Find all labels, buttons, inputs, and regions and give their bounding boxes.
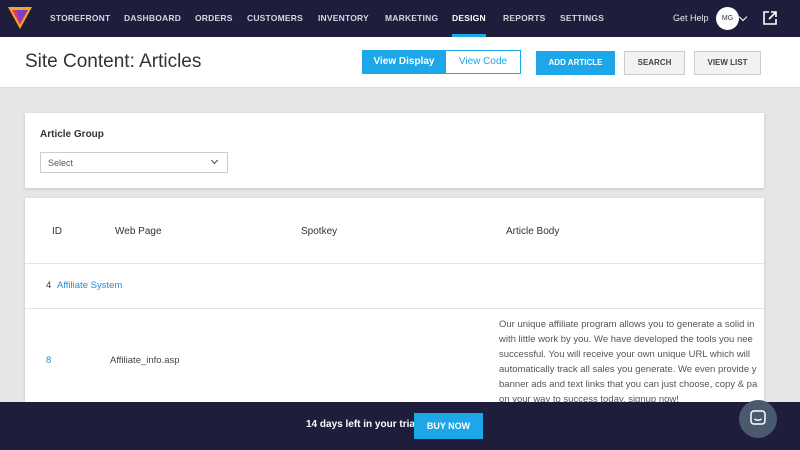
trial-banner: 14 days left in your trial BUY NOW	[0, 402, 800, 450]
chevron-down-icon[interactable]	[738, 12, 748, 22]
logo-icon[interactable]	[8, 7, 32, 29]
nav-customers[interactable]: CUSTOMERS	[247, 0, 303, 37]
add-article-button[interactable]: ADD ARTICLE	[536, 51, 615, 75]
chevron-down-icon	[210, 156, 219, 165]
page-header: Site Content: Articles View Display View…	[0, 37, 800, 88]
column-header-web-page[interactable]: Web Page	[115, 226, 162, 237]
nav-orders[interactable]: ORDERS	[195, 0, 233, 37]
article-body-line: automatically track all sales you genera…	[499, 364, 757, 375]
nav-design[interactable]: DESIGN	[452, 0, 486, 37]
group-row-link[interactable]: Affiliate System	[57, 280, 122, 291]
get-help-link[interactable]: Get Help	[673, 0, 709, 37]
group-row-id: 4	[46, 280, 52, 291]
divider	[25, 263, 764, 264]
trial-text: 14 days left in your trial	[306, 419, 418, 430]
external-link-icon[interactable]	[763, 11, 777, 25]
column-header-spotkey[interactable]: Spotkey	[301, 226, 337, 237]
article-body-line: banner ads and text links that you can j…	[499, 379, 758, 390]
article-group-label: Article Group	[40, 129, 104, 140]
article-body-line: Our unique affiliate program allows you …	[499, 319, 755, 330]
nav-settings[interactable]: SETTINGS	[560, 0, 604, 37]
article-group-card: Article Group Select	[25, 113, 764, 188]
column-header-id[interactable]: ID	[52, 226, 62, 237]
view-display-button[interactable]: View Display	[362, 50, 446, 74]
chat-button[interactable]	[739, 400, 777, 438]
search-button[interactable]: SEARCH	[624, 51, 685, 75]
nav-storefront[interactable]: STOREFRONT	[50, 0, 110, 37]
column-header-article-body[interactable]: Article Body	[506, 226, 559, 237]
divider	[25, 308, 764, 309]
chat-icon	[750, 410, 766, 425]
article-body-line: with little work by you. We have develop…	[499, 334, 753, 345]
page-title: Site Content: Articles	[25, 51, 202, 72]
row-web-page: Affiliate_info.asp	[110, 355, 180, 366]
nav-marketing[interactable]: MARKETING	[385, 0, 438, 37]
view-list-button[interactable]: VIEW LIST	[694, 51, 761, 75]
select-value: Select	[48, 158, 74, 168]
article-body-line: successful. You will receive your own un…	[499, 349, 750, 360]
avatar[interactable]: MG	[716, 7, 739, 30]
nav-inventory[interactable]: INVENTORY	[318, 0, 369, 37]
buy-now-button[interactable]: BUY NOW	[414, 413, 483, 439]
nav-reports[interactable]: REPORTS	[503, 0, 546, 37]
article-group-select[interactable]: Select	[40, 152, 228, 173]
nav-dashboard[interactable]: DASHBOARD	[124, 0, 181, 37]
row-article-body: Our unique affiliate program allows you …	[499, 317, 764, 407]
row-id-link[interactable]: 8	[46, 355, 51, 366]
view-code-button[interactable]: View Code	[445, 50, 521, 74]
top-navigation: STOREFRONT DASHBOARD ORDERS CUSTOMERS IN…	[0, 0, 800, 37]
